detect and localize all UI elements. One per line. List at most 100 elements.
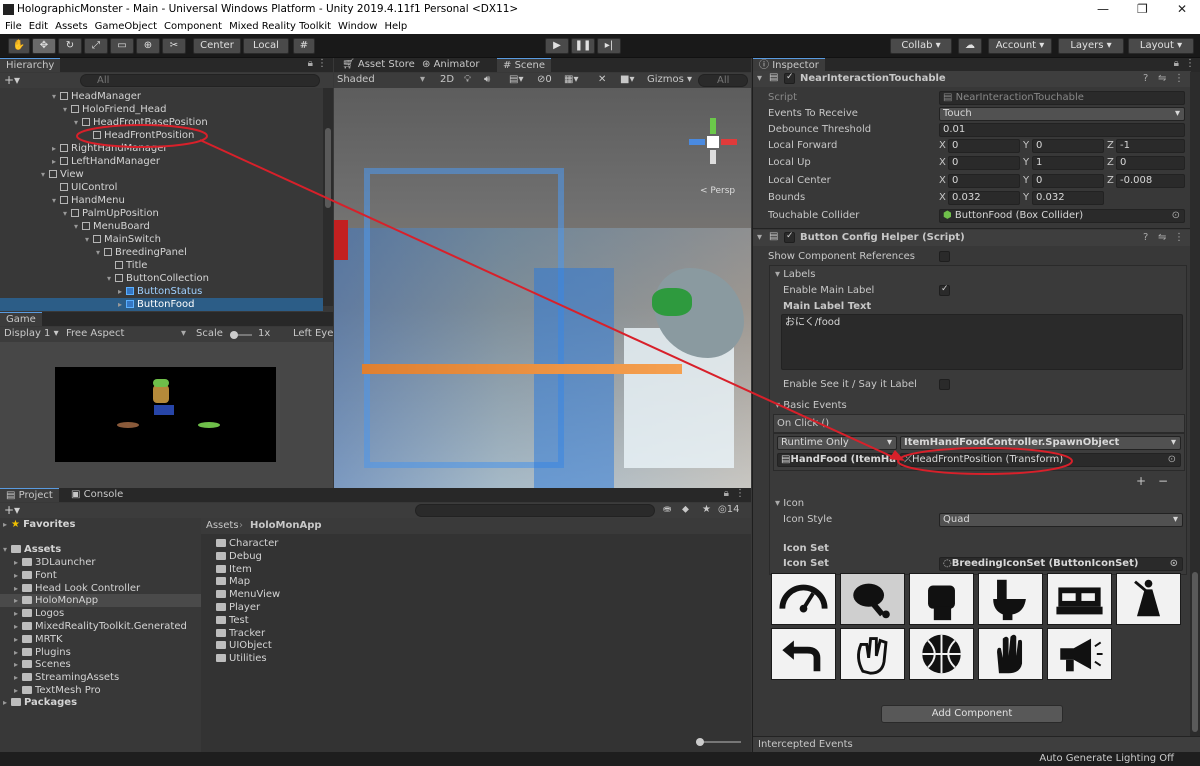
add-event-button[interactable]: + — [1136, 474, 1146, 488]
menu-help[interactable]: Help — [384, 21, 407, 32]
touchable-enabled-checkbox[interactable]: ✓ — [784, 72, 795, 84]
show-refs-checkbox[interactable] — [939, 251, 950, 262]
zoom-slider[interactable] — [696, 738, 741, 746]
content-folder-item[interactable]: UIObject — [216, 639, 272, 652]
help-icon-2[interactable]: ? — [1143, 232, 1148, 243]
display-dropdown[interactable]: Display 1 ▾ — [4, 328, 59, 339]
up-x-input[interactable]: 0 — [948, 156, 1020, 170]
help-icon[interactable]: ? — [1143, 73, 1148, 84]
menu-gameobject[interactable]: GameObject — [95, 21, 157, 32]
hierarchy-item[interactable]: ▾ PalmUpPosition — [63, 207, 159, 220]
packages-root[interactable]: ▸ Packages — [3, 696, 77, 709]
breadcrumb-assets[interactable]: Assets — [206, 520, 239, 531]
project-folder-item[interactable]: ▸ Logos — [14, 607, 64, 620]
touchable-collider-field[interactable]: ⬢ ButtonFood (Box Collider) ⊙ — [939, 209, 1185, 223]
account-dropdown[interactable]: Account ▾ — [988, 38, 1052, 54]
layers-dropdown[interactable]: Layers ▾ — [1058, 38, 1124, 54]
project-folder-item[interactable]: ▸ Font — [14, 569, 57, 582]
project-lock-icon[interactable]: 🔒︎ — [724, 488, 729, 499]
icon-set-field[interactable]: ◌BreedingIconSet (ButtonIconSet) ⊙ — [939, 557, 1183, 571]
effects-icon[interactable]: ▤▾ — [509, 74, 523, 85]
pivot-center-button[interactable]: Center — [193, 38, 241, 54]
tab-console[interactable]: ▣ Console — [65, 488, 129, 502]
add-object-icon[interactable]: +▾ — [4, 73, 20, 87]
enable-main-label-checkbox[interactable]: ✓ — [939, 284, 950, 296]
tools-icon[interactable]: ✕ — [598, 74, 606, 85]
step-button[interactable]: ▸| — [597, 38, 621, 54]
move-tool-icon[interactable]: ✥ — [32, 38, 56, 54]
tab-hierarchy[interactable]: Hierarchy — [0, 58, 61, 72]
drumstick-icon[interactable] — [840, 573, 905, 625]
maximize-icon[interactable]: ❐ — [1137, 2, 1148, 16]
project-folder-item[interactable]: ▸ Plugins — [14, 646, 71, 659]
component-header-touchable[interactable]: ▾ ▤ ✓ NearInteractionTouchable ? ⇋ ⋮ — [753, 71, 1191, 87]
icon-foldout[interactable]: ▾ Icon — [775, 498, 804, 509]
hierarchy-item[interactable]: ▾ View — [41, 168, 84, 181]
project-folder-item[interactable]: ▸ Head Look Controller — [14, 582, 140, 595]
hierarchy-item[interactable]: ▾ HoloFriend_Head — [63, 103, 166, 116]
pivot-local-button[interactable]: Local — [243, 38, 289, 54]
aspect-dropdown[interactable]: Free Aspect — [66, 328, 124, 339]
remove-event-button[interactable]: − — [1158, 474, 1168, 488]
hierarchy-item[interactable]: ▸ RightHandManager — [52, 142, 168, 155]
hidden-count[interactable]: ◎14 — [718, 504, 739, 515]
toilet-icon[interactable] — [978, 573, 1043, 625]
dancer-icon[interactable] — [1116, 573, 1181, 625]
component-menu-icon-2[interactable]: ⋮ — [1174, 232, 1184, 243]
up-z-input[interactable]: 0 — [1116, 156, 1185, 170]
breadcrumb-holomonapp[interactable]: HoloMonApp — [250, 520, 322, 531]
2d-toggle[interactable]: 2D — [440, 74, 454, 85]
content-folder-item[interactable]: MenuView — [216, 588, 280, 601]
labels-foldout[interactable]: ▾ Labels — [775, 269, 815, 280]
filter-type-icon[interactable]: ⛂ — [663, 504, 671, 515]
transform-tool-icon[interactable]: ⊕ — [136, 38, 160, 54]
events-to-receive-dropdown[interactable]: Touch ▾ — [939, 107, 1185, 121]
enable-see-it-checkbox[interactable] — [939, 379, 950, 390]
hierarchy-item[interactable]: ▾ ButtonCollection — [107, 272, 209, 285]
play-button[interactable]: ▶ — [545, 38, 569, 54]
center-y-input[interactable]: 0 — [1032, 174, 1104, 188]
custom-tool-icon[interactable]: ✂ — [162, 38, 186, 54]
project-folder-item[interactable]: ▸ StreamingAssets — [14, 671, 119, 684]
tab-game[interactable]: Game — [0, 312, 42, 326]
cloud-icon[interactable]: ☁ — [958, 38, 982, 54]
inspector-lock-icon[interactable]: 🔒︎ — [1174, 58, 1179, 69]
project-folder-item[interactable]: ▸ Scenes — [14, 658, 71, 671]
project-folder-item[interactable]: ▸ MixedRealityToolkit.Generated — [14, 620, 187, 633]
grid-icon[interactable]: ▦▾ — [564, 74, 578, 85]
hierarchy-item[interactable]: HeadFrontPosition — [85, 129, 194, 142]
forward-x-input[interactable]: 0 — [948, 139, 1020, 153]
raised-hand-icon[interactable] — [978, 628, 1043, 680]
lock-icon[interactable]: 🔒︎ — [308, 58, 313, 69]
project-folder-item[interactable]: ▸ MRTK — [14, 633, 63, 646]
intercepted-events-label[interactable]: Intercepted Events — [758, 739, 853, 750]
inspector-menu-icon[interactable]: ⋮ — [1185, 58, 1195, 69]
menu-window[interactable]: Window — [338, 21, 377, 32]
menu-file[interactable]: File — [5, 21, 22, 32]
scale-slider[interactable] — [230, 331, 252, 339]
grid-snap-icon[interactable]: # — [293, 38, 315, 54]
menu-mrtk[interactable]: Mixed Reality Toolkit — [229, 21, 331, 32]
hierarchy-item[interactable]: Title — [107, 259, 147, 272]
content-folder-item[interactable]: Player — [216, 601, 260, 614]
tab-scene[interactable]: # Scene — [497, 58, 552, 72]
audio-icon[interactable]: 🔊︎ — [484, 74, 490, 85]
hierarchy-item[interactable]: ▸ ButtonStatus — [118, 285, 202, 298]
debounce-threshold-input[interactable]: 0.01 — [939, 123, 1185, 137]
collab-button[interactable]: Collab ▾ — [890, 38, 952, 54]
parameter-field[interactable]: ⤫HeadFrontPosition (Transform) ⊙ — [900, 453, 1181, 467]
rect-tool-icon[interactable]: ▭ — [110, 38, 134, 54]
shading-dropdown[interactable]: Shaded — [337, 74, 375, 85]
hierarchy-item[interactable]: UIControl — [52, 181, 117, 194]
content-folder-item[interactable]: Test — [216, 614, 249, 627]
content-folder-item[interactable]: Utilities — [216, 652, 267, 665]
content-folder-item[interactable]: Map — [216, 575, 250, 588]
hand-tool-icon[interactable]: ✋ — [8, 38, 30, 54]
menu-component[interactable]: Component — [164, 21, 222, 32]
main-label-textarea[interactable]: おにく/food — [781, 314, 1183, 370]
scene-gizmo[interactable] — [689, 116, 739, 176]
close-icon[interactable]: ✕ — [1177, 2, 1187, 16]
tab-project[interactable]: ▤ Project — [0, 488, 59, 502]
content-folder-item[interactable]: Debug — [216, 550, 262, 563]
menu-assets[interactable]: Assets — [55, 21, 88, 32]
